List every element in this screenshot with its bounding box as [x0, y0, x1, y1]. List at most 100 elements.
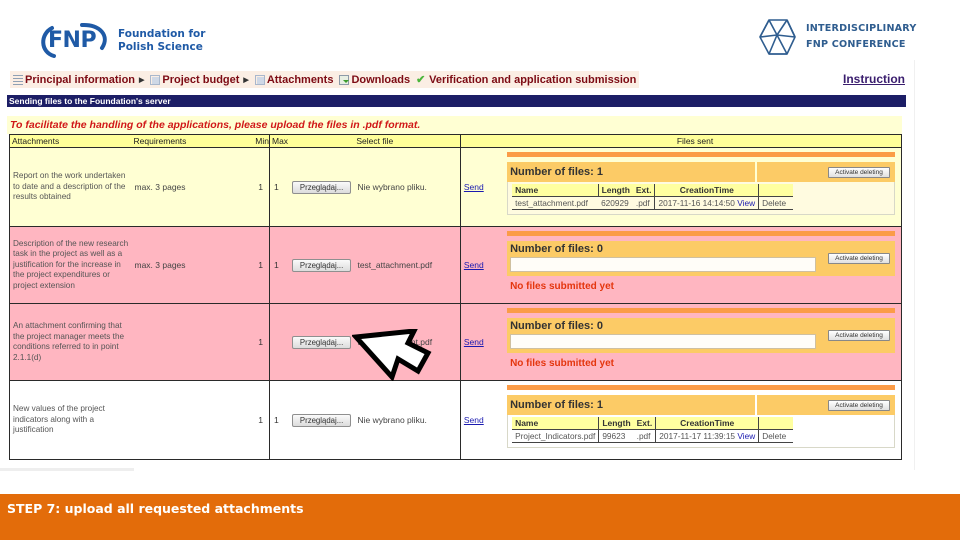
nav-label: Principal information [25, 73, 136, 86]
number-of-files: Number of files: 0 [510, 243, 603, 255]
attachment-requirements [131, 380, 250, 460]
nav-project-budget[interactable]: Project budget ▶ [147, 71, 251, 88]
delete-file-link[interactable]: Delete [758, 196, 793, 210]
horizontal-scrollbar[interactable] [0, 468, 134, 471]
instruction-link[interactable]: Instruction [843, 72, 905, 86]
file-name: test_attachment.pdf [512, 196, 599, 210]
file-select-cell: Przeglądaj... test_attachment.pdf [288, 226, 461, 304]
file-row: test_attachment.pdf 620929 .pdf 2017-11-… [512, 196, 793, 210]
selected-file-name: Nie wybrano pliku. [357, 415, 427, 425]
attachment-description: New values of the project indicators alo… [9, 380, 132, 460]
table-row: New values of the project indicators alo… [9, 380, 903, 460]
file-length: 99623 [598, 429, 634, 443]
file-col-ext: Ext. [633, 417, 657, 430]
nav-verification-submission[interactable]: ✔ Verification and application submissio… [413, 71, 639, 88]
pdf-format-notice: To facilitate the handling of the applic… [7, 116, 902, 134]
step-caption: STEP 7: upload all requested attachments [7, 501, 304, 516]
nav-downloads[interactable]: Downloads [336, 71, 413, 88]
file-list: Name Length Ext. CreationTime Project_In… [507, 415, 895, 448]
activate-deleting-button[interactable]: Activate deleting [828, 253, 890, 264]
attachment-min: 1 [249, 226, 270, 304]
nav-label: Verification and application submission [429, 73, 637, 86]
nav-attachments[interactable]: Attachments [252, 71, 337, 88]
attachments-table: Attachments Requirements Min Max Select … [9, 134, 903, 460]
attachment-max: 1 [269, 226, 289, 304]
col-select-file: Select file [288, 134, 461, 148]
file-col-ext: Ext. [632, 184, 656, 197]
file-ext: .pdf [632, 196, 656, 210]
col-max: Max [269, 134, 289, 148]
file-select-cell: Przeglądaj... Nie wybrano pliku. [288, 380, 461, 460]
file-col-name: Name [512, 184, 599, 197]
activate-deleting-button[interactable]: Activate deleting [828, 166, 890, 178]
browse-button[interactable]: Przeglądaj... [292, 335, 352, 349]
col-min: Min [249, 134, 270, 148]
view-file-link[interactable]: View [737, 198, 755, 208]
application-nav: Principal information ▶ Project budget ▶… [10, 71, 640, 88]
step-caption-banner: STEP 7: upload all requested attachments [0, 494, 960, 540]
divider-bar [507, 385, 895, 390]
document-icon [150, 74, 161, 85]
submenu-arrow-icon: ▶ [139, 76, 145, 84]
send-link[interactable]: Send [464, 182, 484, 192]
file-col-creation-time: CreationTime [654, 184, 760, 197]
file-col-name: Name [512, 417, 600, 430]
col-requirements: Requirements [131, 134, 250, 148]
attachment-description: An attachment confirming that the projec… [9, 303, 132, 381]
document-icon [254, 74, 265, 85]
nav-label: Project budget [162, 73, 240, 86]
attachment-min: 1 [249, 380, 270, 460]
browse-button[interactable]: Przeglądaj... [292, 180, 352, 194]
attachment-max [269, 303, 289, 381]
file-length: 620929 [598, 196, 633, 210]
send-link[interactable]: Send [464, 337, 484, 347]
download-icon [339, 74, 350, 85]
file-name: Project_Indicators.pdf [512, 429, 600, 443]
nav-principal-information[interactable]: Principal information ▶ [10, 71, 147, 88]
fnp-logo-line1: Foundation for [118, 28, 206, 40]
fnp-logo-mark: FNP [38, 22, 112, 60]
annotation-arrow-icon [352, 329, 432, 381]
table-row: Report on the work undertaken to date an… [9, 147, 903, 227]
files-sent-cell: Number of files: 1 Activate deleting Nam… [487, 147, 903, 227]
send-link[interactable]: Send [464, 260, 484, 270]
fnp-logo-line2: Polish Science [118, 41, 203, 53]
section-title-bar: Sending files to the Foundation's server [7, 95, 906, 107]
checkmark-icon: ✔ [416, 74, 426, 86]
file-ext: .pdf [633, 429, 657, 443]
view-file-link[interactable]: View [737, 431, 755, 441]
file-list-table: Name Length Ext. CreationTime test_attac… [512, 184, 793, 210]
browse-button[interactable]: Przeglądaj... [292, 413, 352, 427]
nav-label: Attachments [266, 73, 334, 86]
file-creation-time: 2017-11-17 11:39:15 [659, 430, 736, 441]
activate-deleting-button[interactable]: Activate deleting [828, 399, 890, 411]
submenu-arrow-icon: ▶ [243, 76, 249, 84]
file-select-cell: Przeglądaj... Nie wybrano pliku. [288, 147, 461, 227]
col-send [459, 134, 488, 148]
divider-bar [507, 152, 895, 157]
attachment-min: 1 [249, 303, 270, 381]
attachment-requirements: max. 3 pages [131, 226, 250, 304]
divider-bar [507, 231, 895, 236]
file-col-creation-time: CreationTime [655, 417, 760, 430]
file-col-length: Length [598, 417, 634, 430]
col-attachments: Attachments [9, 134, 132, 148]
send-link[interactable]: Send [464, 415, 484, 425]
file-col-length: Length [598, 184, 633, 197]
number-of-files: Number of files: 1 [507, 162, 755, 182]
divider-bar [507, 308, 895, 313]
conference-logo-line2: FNP CONFERENCE [806, 39, 906, 50]
polyhedron-icon [759, 19, 796, 55]
attachment-min: 1 [249, 147, 270, 227]
attachment-description: Description of the new research task in … [9, 226, 132, 304]
attachment-requirements: max. 3 pages [131, 147, 250, 227]
selected-file-name: Nie wybrano pliku. [357, 182, 427, 192]
no-files-message: No files submitted yet [510, 358, 614, 369]
browse-button[interactable]: Przeglądaj... [292, 258, 352, 272]
attachment-requirements [131, 303, 250, 381]
table-row: Description of the new research task in … [9, 226, 903, 304]
empty-file-list [510, 334, 816, 349]
activate-deleting-button[interactable]: Activate deleting [828, 330, 890, 341]
delete-file-link[interactable]: Delete [758, 429, 793, 443]
file-creation-time: 2017-11-16 14:14:50 [658, 197, 735, 208]
